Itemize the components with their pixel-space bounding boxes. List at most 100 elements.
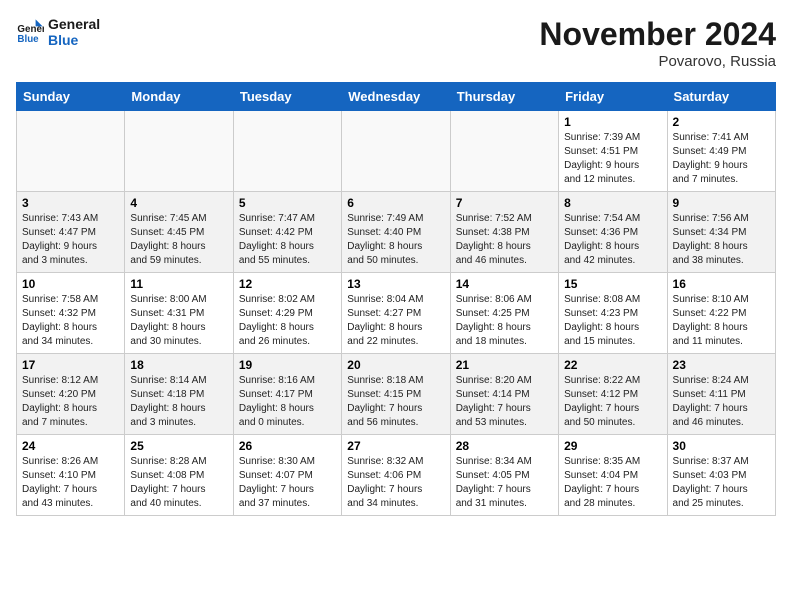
day-cell: 25 Sunrise: 8:28 AM Sunset: 4:08 PM Dayli… <box>125 435 233 516</box>
logo-line2: Blue <box>48 32 100 48</box>
day-cell: 7 Sunrise: 7:52 AM Sunset: 4:38 PM Daylig… <box>450 192 558 273</box>
day-number: 15 <box>564 277 661 291</box>
day-cell: 23Sunrise: 8:24 AM Sunset: 4:11 PM Dayli… <box>667 354 775 435</box>
col-header-sunday: Sunday <box>17 83 125 111</box>
day-info: Sunrise: 8:10 AM Sunset: 4:22 PM Dayligh… <box>673 293 770 349</box>
day-number: 29 <box>564 439 661 453</box>
day-info: Sunrise: 8:06 AM Sunset: 4:25 PM Dayligh… <box>456 293 553 349</box>
day-info: Sunrise: 7:43 AM Sunset: 4:47 PM Dayligh… <box>22 212 119 268</box>
header: General Blue General Blue November 2024 … <box>16 16 776 70</box>
day-number: 27 <box>347 439 444 453</box>
day-cell: 22 Sunrise: 8:22 AM Sunset: 4:12 PM Dayli… <box>559 354 667 435</box>
day-cell: 9 Sunrise: 7:56 AM Sunset: 4:34 PM Daylig… <box>667 192 775 273</box>
day-number: 12 <box>239 277 336 291</box>
day-cell: 29 Sunrise: 8:35 AM Sunset: 4:04 PM Dayli… <box>559 435 667 516</box>
day-cell: 17 Sunrise: 8:12 AM Sunset: 4:20 PM Dayli… <box>17 354 125 435</box>
col-header-saturday: Saturday <box>667 83 775 111</box>
day-info: Sunrise: 8:14 AM Sunset: 4:18 PM Dayligh… <box>130 374 227 430</box>
day-number: 19 <box>239 358 336 372</box>
day-cell: 16 Sunrise: 8:10 AM Sunset: 4:22 PM Dayli… <box>667 273 775 354</box>
header-row: SundayMondayTuesdayWednesdayThursdayFrid… <box>17 83 776 111</box>
day-number: 20 <box>347 358 444 372</box>
day-number: 10 <box>22 277 119 291</box>
day-info: Sunrise: 7:49 AM Sunset: 4:40 PM Dayligh… <box>347 212 444 268</box>
day-number: 18 <box>130 358 227 372</box>
day-number: 6 <box>347 196 444 210</box>
col-header-wednesday: Wednesday <box>342 83 450 111</box>
day-info: Sunrise: 8:00 AM Sunset: 4:31 PM Dayligh… <box>130 293 227 349</box>
day-cell: 26 Sunrise: 8:30 AM Sunset: 4:07 PM Dayli… <box>233 435 341 516</box>
day-info: Sunrise: 8:30 AM Sunset: 4:07 PM Dayligh… <box>239 455 336 511</box>
col-header-friday: Friday <box>559 83 667 111</box>
day-cell: 28Sunrise: 8:34 AM Sunset: 4:05 PM Dayli… <box>450 435 558 516</box>
day-number: 8 <box>564 196 661 210</box>
day-number: 22 <box>564 358 661 372</box>
day-cell <box>450 111 558 192</box>
week-row-3: 10 Sunrise: 7:58 AM Sunset: 4:32 PM Dayli… <box>17 273 776 354</box>
calendar-table: SundayMondayTuesdayWednesdayThursdayFrid… <box>16 82 776 516</box>
day-info: Sunrise: 8:20 AM Sunset: 4:14 PM Dayligh… <box>456 374 553 430</box>
day-number: 24 <box>22 439 119 453</box>
day-info: Sunrise: 8:34 AM Sunset: 4:05 PM Dayligh… <box>456 455 553 511</box>
day-info: Sunrise: 7:39 AM Sunset: 4:51 PM Dayligh… <box>564 131 661 187</box>
day-number: 14 <box>456 277 553 291</box>
day-cell: 19 Sunrise: 8:16 AM Sunset: 4:17 PM Dayli… <box>233 354 341 435</box>
day-cell: 30 Sunrise: 8:37 AM Sunset: 4:03 PM Dayli… <box>667 435 775 516</box>
day-number: 16 <box>673 277 770 291</box>
day-number: 25 <box>130 439 227 453</box>
day-cell: 24 Sunrise: 8:26 AM Sunset: 4:10 PM Dayli… <box>17 435 125 516</box>
day-cell: 15 Sunrise: 8:08 AM Sunset: 4:23 PM Dayli… <box>559 273 667 354</box>
day-cell: 27 Sunrise: 8:32 AM Sunset: 4:06 PM Dayli… <box>342 435 450 516</box>
day-cell: 2Sunrise: 7:41 AM Sunset: 4:49 PM Daylig… <box>667 111 775 192</box>
day-info: Sunrise: 7:56 AM Sunset: 4:34 PM Dayligh… <box>673 212 770 268</box>
day-cell: 8 Sunrise: 7:54 AM Sunset: 4:36 PM Daylig… <box>559 192 667 273</box>
day-number: 4 <box>130 196 227 210</box>
day-info: Sunrise: 7:41 AM Sunset: 4:49 PM Dayligh… <box>673 131 770 187</box>
logo-line1: General <box>48 16 100 32</box>
day-cell <box>233 111 341 192</box>
day-number: 13 <box>347 277 444 291</box>
day-number: 5 <box>239 196 336 210</box>
day-info: Sunrise: 7:54 AM Sunset: 4:36 PM Dayligh… <box>564 212 661 268</box>
logo: General Blue General Blue <box>16 16 100 48</box>
day-info: Sunrise: 8:18 AM Sunset: 4:15 PM Dayligh… <box>347 374 444 430</box>
day-info: Sunrise: 7:45 AM Sunset: 4:45 PM Dayligh… <box>130 212 227 268</box>
month-title: November 2024 <box>539 16 776 53</box>
day-info: Sunrise: 8:12 AM Sunset: 4:20 PM Dayligh… <box>22 374 119 430</box>
day-number: 11 <box>130 277 227 291</box>
day-cell: 18 Sunrise: 8:14 AM Sunset: 4:18 PM Dayli… <box>125 354 233 435</box>
day-cell <box>125 111 233 192</box>
day-info: Sunrise: 8:08 AM Sunset: 4:23 PM Dayligh… <box>564 293 661 349</box>
day-cell: 10 Sunrise: 7:58 AM Sunset: 4:32 PM Dayli… <box>17 273 125 354</box>
day-info: Sunrise: 8:32 AM Sunset: 4:06 PM Dayligh… <box>347 455 444 511</box>
day-cell <box>17 111 125 192</box>
day-number: 9 <box>673 196 770 210</box>
day-info: Sunrise: 8:26 AM Sunset: 4:10 PM Dayligh… <box>22 455 119 511</box>
day-info: Sunrise: 8:02 AM Sunset: 4:29 PM Dayligh… <box>239 293 336 349</box>
day-cell: 14 Sunrise: 8:06 AM Sunset: 4:25 PM Dayli… <box>450 273 558 354</box>
day-number: 26 <box>239 439 336 453</box>
week-row-5: 24 Sunrise: 8:26 AM Sunset: 4:10 PM Dayli… <box>17 435 776 516</box>
day-info: Sunrise: 8:24 AM Sunset: 4:11 PM Dayligh… <box>673 374 770 430</box>
day-number: 7 <box>456 196 553 210</box>
day-number: 17 <box>22 358 119 372</box>
day-number: 30 <box>673 439 770 453</box>
day-info: Sunrise: 8:22 AM Sunset: 4:12 PM Dayligh… <box>564 374 661 430</box>
day-info: Sunrise: 8:37 AM Sunset: 4:03 PM Dayligh… <box>673 455 770 511</box>
day-cell: 4 Sunrise: 7:45 AM Sunset: 4:45 PM Daylig… <box>125 192 233 273</box>
day-cell: 13 Sunrise: 8:04 AM Sunset: 4:27 PM Dayli… <box>342 273 450 354</box>
day-cell: 21Sunrise: 8:20 AM Sunset: 4:14 PM Dayli… <box>450 354 558 435</box>
day-cell: 20 Sunrise: 8:18 AM Sunset: 4:15 PM Dayli… <box>342 354 450 435</box>
week-row-2: 3Sunrise: 7:43 AM Sunset: 4:47 PM Daylig… <box>17 192 776 273</box>
location: Povarovo, Russia <box>539 53 776 70</box>
day-info: Sunrise: 8:35 AM Sunset: 4:04 PM Dayligh… <box>564 455 661 511</box>
day-number: 1 <box>564 115 661 129</box>
week-row-1: 1 Sunrise: 7:39 AM Sunset: 4:51 PM Daylig… <box>17 111 776 192</box>
day-info: Sunrise: 7:58 AM Sunset: 4:32 PM Dayligh… <box>22 293 119 349</box>
day-info: Sunrise: 7:52 AM Sunset: 4:38 PM Dayligh… <box>456 212 553 268</box>
col-header-tuesday: Tuesday <box>233 83 341 111</box>
logo-icon: General Blue <box>16 18 44 46</box>
day-info: Sunrise: 8:04 AM Sunset: 4:27 PM Dayligh… <box>347 293 444 349</box>
day-info: Sunrise: 8:16 AM Sunset: 4:17 PM Dayligh… <box>239 374 336 430</box>
day-info: Sunrise: 8:28 AM Sunset: 4:08 PM Dayligh… <box>130 455 227 511</box>
